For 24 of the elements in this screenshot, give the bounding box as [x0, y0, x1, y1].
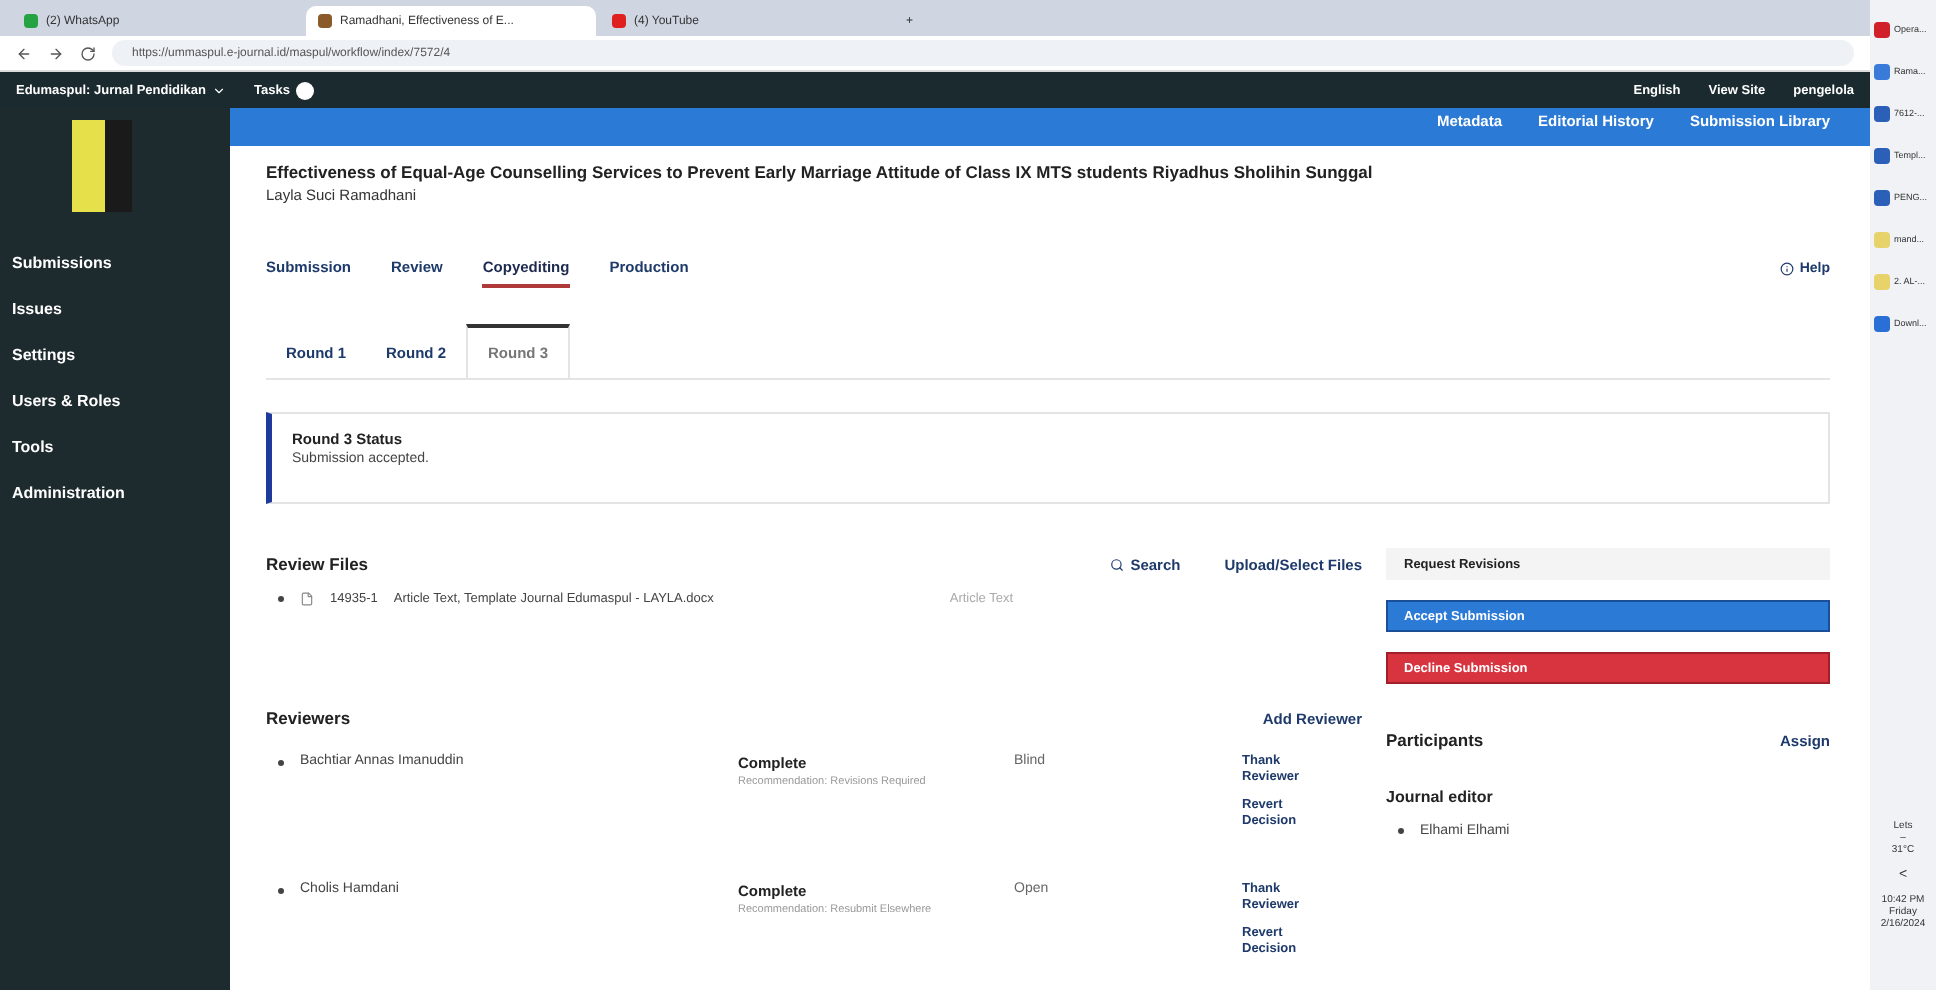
- section-title: Review Files: [266, 554, 369, 574]
- sidebar-item[interactable]: Administration: [0, 470, 230, 516]
- search-icon: [1110, 557, 1125, 571]
- file-icon: [300, 592, 314, 606]
- sidebar-item[interactable]: Tools: [0, 424, 230, 470]
- expand-icon[interactable]: [278, 888, 284, 894]
- journal-cover: [72, 120, 132, 212]
- sidebar-item[interactable]: Issues: [0, 286, 230, 332]
- expand-icon[interactable]: [278, 596, 284, 602]
- section-title: Participants: [1386, 730, 1484, 750]
- section-title: Reviewers: [266, 708, 351, 728]
- count-badge-icon: [295, 81, 314, 99]
- sidebar-item[interactable]: Settings: [0, 332, 230, 378]
- sidebar-item[interactable]: Users & Roles: [0, 378, 230, 424]
- forward-icon[interactable]: [48, 45, 64, 61]
- sidebar-item[interactable]: Submissions: [0, 240, 230, 286]
- expand-icon[interactable]: [278, 760, 284, 766]
- info-icon: [1779, 261, 1794, 275]
- reload-icon[interactable]: [80, 45, 96, 61]
- submission-title: Effectiveness of Equal-Age Counselling Services to Prevent Early Marriage Attitude of Class IX MTS students Riyadhus Sholihin Sunggal: [266, 162, 1375, 182]
- back-icon[interactable]: [16, 45, 32, 61]
- caret-icon: [212, 83, 226, 97]
- participant-role: Journal editor: [1386, 788, 1493, 806]
- expand-icon[interactable]: [1398, 828, 1404, 834]
